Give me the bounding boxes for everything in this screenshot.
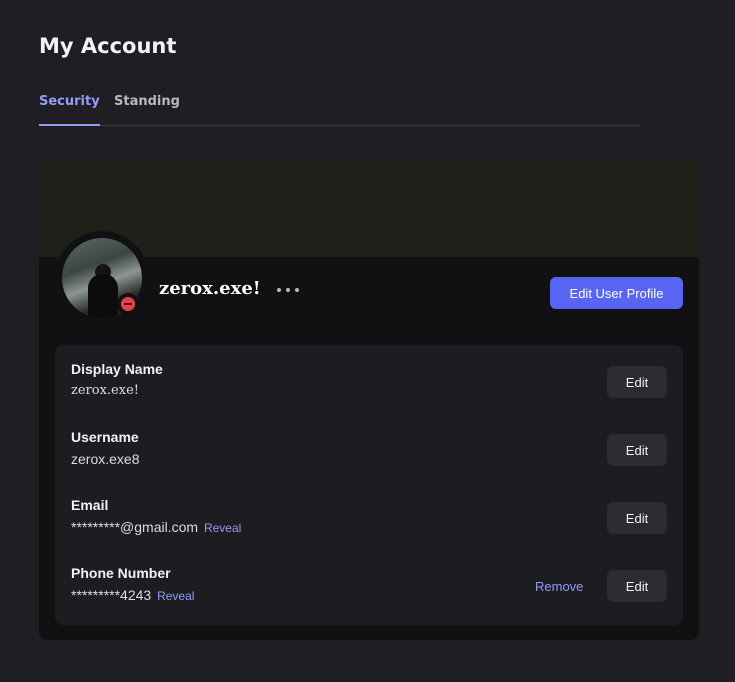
- username-field: Username zerox.exe8: [71, 429, 139, 467]
- account-fields-panel: Display Name zerox.exe! Edit Username ze…: [55, 345, 683, 625]
- ellipsis-icon[interactable]: [277, 280, 299, 300]
- email-label: Email: [71, 497, 109, 513]
- display-name-label: Display Name: [71, 361, 163, 377]
- edit-username-button[interactable]: Edit: [607, 434, 667, 466]
- phone-field: Phone Number *********4243 Reveal: [71, 565, 194, 603]
- profile-banner: [39, 158, 699, 257]
- edit-phone-button[interactable]: Edit: [607, 570, 667, 602]
- profile-display-name: zerox.exe!: [159, 278, 261, 299]
- profile-card: zerox.exe! Edit User Profile Display Nam…: [39, 158, 699, 640]
- username-label: Username: [71, 429, 139, 445]
- email-field: Email *********@gmail.com Reveal: [71, 497, 241, 535]
- edit-display-name-button[interactable]: Edit: [607, 366, 667, 398]
- status-indicator: [117, 293, 139, 315]
- email-value-row: *********@gmail.com Reveal: [71, 519, 241, 535]
- tab-standing[interactable]: Standing: [114, 94, 180, 126]
- phone-value-row: *********4243 Reveal: [71, 587, 194, 603]
- tab-bar: Security Standing: [39, 94, 640, 126]
- display-name-value: zerox.exe!: [71, 383, 139, 398]
- edit-email-button[interactable]: Edit: [607, 502, 667, 534]
- phone-value: *********4243: [71, 587, 152, 603]
- avatar-container: [55, 231, 149, 325]
- display-name-field: Display Name zerox.exe!: [71, 361, 163, 398]
- do-not-disturb-icon: [121, 297, 135, 311]
- username-value: zerox.exe8: [71, 451, 140, 467]
- page-title: My Account: [39, 34, 177, 58]
- phone-label: Phone Number: [71, 565, 171, 581]
- email-reveal-link[interactable]: Reveal: [204, 521, 241, 535]
- phone-reveal-link[interactable]: Reveal: [157, 589, 194, 603]
- remove-phone-link[interactable]: Remove: [535, 579, 583, 594]
- tab-security[interactable]: Security: [39, 94, 100, 126]
- email-value: *********@gmail.com: [71, 519, 199, 535]
- edit-user-profile-button[interactable]: Edit User Profile: [550, 277, 683, 309]
